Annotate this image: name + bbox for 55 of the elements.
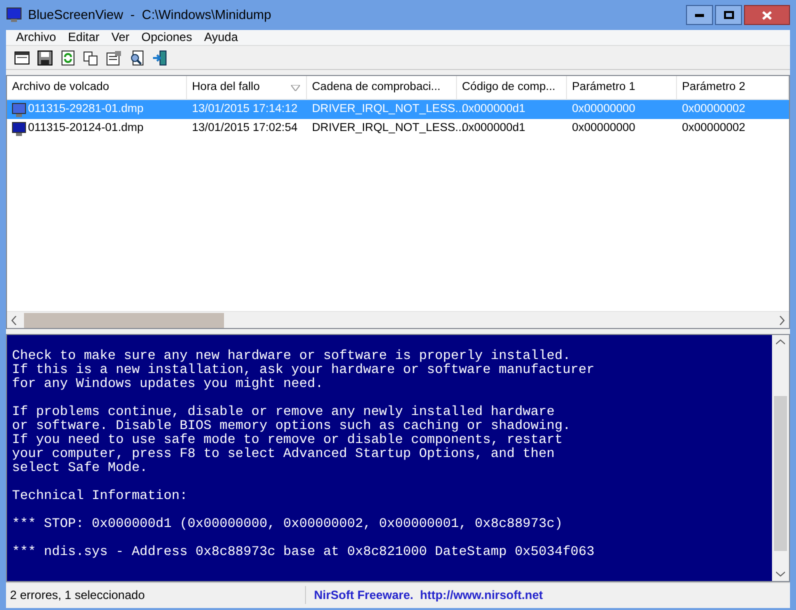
table-cell-text: 13/01/2015 17:02:54 (192, 120, 298, 136)
table-cell-text: 011315-20124-01.dmp (28, 120, 144, 136)
close-icon (762, 10, 772, 20)
sort-arrow-icon (291, 85, 300, 91)
maximize-icon (724, 11, 734, 19)
menu-item[interactable]: Archivo (10, 30, 62, 45)
credit-link[interactable]: NirSoft Freeware. http://www.nirsoft.net (306, 586, 543, 604)
window-title: BlueScreenView - C:\Windows\Minidump (28, 6, 272, 24)
menu-item[interactable]: Editar (62, 30, 106, 45)
table-cell-text: 0x00000000 (572, 120, 636, 136)
table-row[interactable]: 011315-20124-01.dmp 13/01/2015 17:02:54 DRIVER_IRQL_NOT_LESS...0x000000d1 0x00000000 0x00000002 (7, 119, 789, 138)
monitor-icon (12, 102, 26, 116)
table-cell-text: 0x00000000 (572, 102, 636, 117)
report-line: If you need to use safe mode to remove or disable components, restart (12, 433, 564, 447)
report-line: *** STOP: 0x000000d1 (0x00000000, 0x00000002, 0x00000001, 0x8c88973c) (12, 517, 564, 531)
report-line: Technical Information: (12, 489, 189, 503)
status-text: 2 errores, 1 seleccionado (6, 586, 306, 604)
close-button[interactable] (744, 5, 790, 25)
table-cell-text: 011315-29281-01.dmp (28, 102, 144, 117)
menu-item[interactable]: Opciones (135, 30, 198, 45)
report-line: If this is a new installation, ask your hardware or software manufacturer (12, 363, 596, 377)
vertical-scrollbar[interactable] (772, 335, 789, 581)
table-cell-text: 0x00000002 (682, 102, 746, 117)
column-header[interactable]: Archivo de volcado (7, 76, 187, 99)
column-header[interactable]: Parámetro 2 (677, 76, 789, 99)
scroll-left-icon[interactable] (11, 316, 17, 324)
report-line: your computer, press F8 to select Advanced Startup Options, and then (12, 447, 556, 461)
minimize-icon (695, 14, 704, 16)
menu-item[interactable]: Ayuda (198, 30, 244, 45)
report-line: *** ndis.sys - Address 0x8c88973c base at 0x8c821000 DateStamp 0x5034f063 (12, 545, 596, 559)
minimize-button[interactable] (686, 5, 713, 25)
menu-item[interactable]: Ver (105, 30, 136, 45)
monitor-icon (12, 122, 26, 136)
table-cell-text: DRIVER_IRQL_NOT_LESS... (312, 120, 465, 136)
scroll-up-icon[interactable] (776, 339, 785, 345)
scroll-right-icon[interactable] (779, 316, 785, 324)
report-line: If problems continue, disable or remove any newly installed hardware (12, 405, 556, 419)
maximize-button[interactable] (715, 5, 742, 25)
report-line: Check to make sure any new hardware or software is properly installed. (12, 349, 572, 363)
app-monitor-icon (6, 7, 22, 23)
table-cell-text: 13/01/2015 17:14:12 (192, 102, 298, 117)
scroll-down-icon[interactable] (776, 571, 785, 577)
horizontal-scrollbar[interactable] (7, 311, 789, 328)
table-cell-text: DRIVER_IRQL_NOT_LESS... (312, 102, 465, 117)
table-cell-text: 0x000000d1 (462, 120, 526, 136)
table-cell-text: 0x000000d1 (462, 102, 526, 117)
column-header[interactable]: Código de comp... (457, 76, 567, 99)
column-header[interactable]: Cadena de comprobaci... (307, 76, 457, 99)
table-cell-text: 0x00000002 (682, 120, 746, 136)
report-line: for any Windows updates you might need. (12, 377, 324, 391)
column-header[interactable]: Parámetro 1 (567, 76, 677, 99)
floppy-disk-icon[interactable] (35, 48, 55, 68)
report-line: or software. Disable BIOS memory options such as caching or shadowing. (12, 419, 572, 433)
report-line: select Safe Mode. (12, 461, 149, 475)
column-header[interactable]: Hora del fallo (187, 76, 307, 99)
